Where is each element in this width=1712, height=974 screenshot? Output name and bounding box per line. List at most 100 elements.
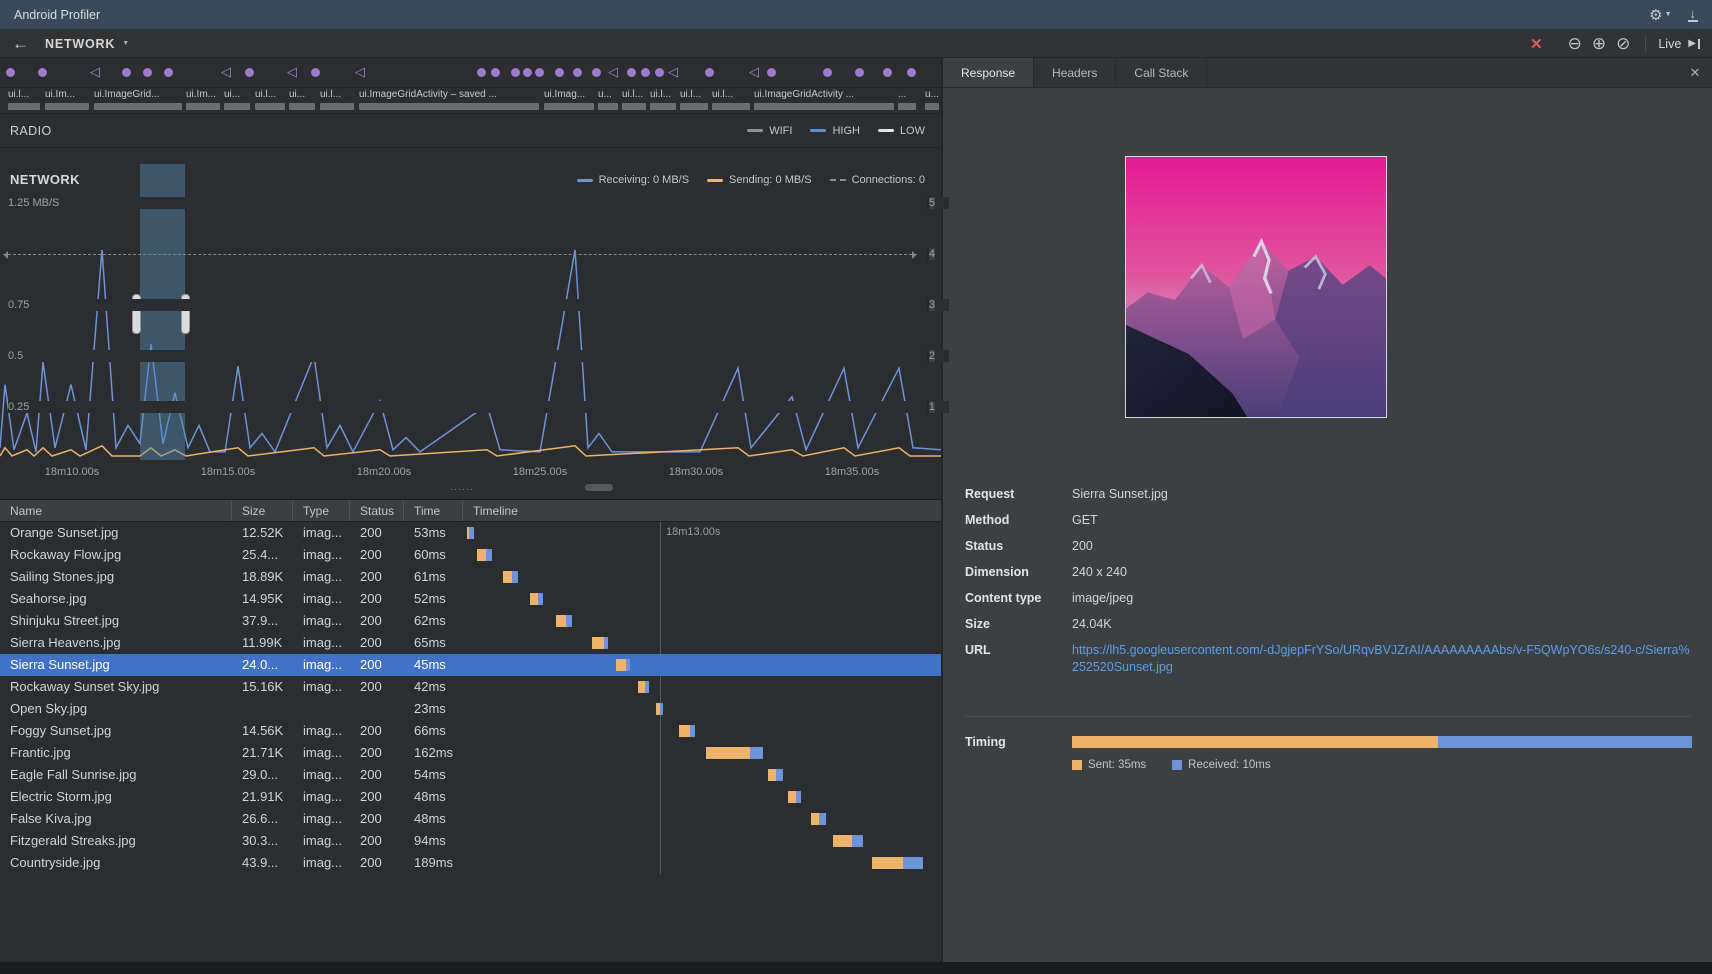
table-row[interactable]: Seahorse.jpg14.95Kimag...20052ms: [0, 588, 941, 610]
tab-response[interactable]: Response: [943, 58, 1034, 87]
download-button[interactable]: ↓: [1688, 8, 1699, 22]
zoom-reset-button[interactable]: ⊘: [1616, 35, 1630, 52]
close-inspector-button[interactable]: ✕: [1678, 58, 1712, 87]
activity-segment[interactable]: ui...: [224, 89, 250, 113]
activity-event-triangle-icon[interactable]: ◁: [90, 64, 100, 80]
event-dot[interactable]: [511, 68, 520, 77]
table-row[interactable]: Shinjuku Street.jpg37.9...imag...20062ms: [0, 610, 941, 632]
table-row[interactable]: Fitzgerald Streaks.jpg30.3...imag...2009…: [0, 830, 941, 852]
event-dot[interactable]: [164, 68, 173, 77]
event-dot[interactable]: [823, 68, 832, 77]
column-header-time[interactable]: Time: [404, 500, 463, 521]
pane-splitter[interactable]: ······: [0, 482, 941, 500]
activity-segment[interactable]: ui.Imag...: [544, 89, 594, 113]
table-row[interactable]: Eagle Fall Sunrise.jpg29.0...imag...2005…: [0, 764, 941, 786]
tab-call-stack[interactable]: Call Stack: [1116, 58, 1207, 87]
table-row[interactable]: Countryside.jpg43.9...imag...200189ms: [0, 852, 941, 874]
event-markers-row[interactable]: ◁ ◁ ◁ ◁ ◁ ◁ ◁: [0, 58, 941, 88]
activity-segment[interactable]: ui.l...: [650, 89, 676, 113]
end-session-button[interactable]: ✕: [1530, 35, 1543, 53]
horizontal-scrollbar[interactable]: [585, 484, 613, 491]
activity-event-triangle-icon[interactable]: ◁: [355, 64, 365, 80]
event-dot[interactable]: [705, 68, 714, 77]
event-dot[interactable]: [523, 68, 532, 77]
activity-segment[interactable]: ui.ImageGrid...: [94, 89, 182, 113]
activity-segment[interactable]: ui.l...: [712, 89, 750, 113]
event-dot[interactable]: [477, 68, 486, 77]
settings-button[interactable]: ⚙ ▼: [1649, 6, 1671, 24]
activity-segment[interactable]: ui.l...: [680, 89, 708, 113]
activity-segment[interactable]: ui.l...: [255, 89, 285, 113]
event-dot[interactable]: [592, 68, 601, 77]
legend-item-high: HIGH: [810, 125, 860, 137]
activity-label: ui.Im...: [186, 89, 220, 101]
network-chart[interactable]: NETWORK Receiving: 0 MB/S Sending: 0 MB/…: [0, 148, 941, 462]
column-header-status[interactable]: Status: [350, 500, 404, 521]
table-row[interactable]: Rockaway Sunset Sky.jpg15.16Kimag...2004…: [0, 676, 941, 698]
sent-swatch-icon: [1072, 760, 1082, 770]
detail-value-url-link[interactable]: https://lh5.googleusercontent.com/-dJgje…: [1072, 642, 1692, 676]
column-header-timeline[interactable]: Timeline: [463, 500, 941, 521]
zoom-in-button[interactable]: ⊕: [1592, 35, 1606, 52]
event-dot[interactable]: [122, 68, 131, 77]
event-dot[interactable]: [641, 68, 650, 77]
tab-headers[interactable]: Headers: [1034, 58, 1116, 87]
table-row[interactable]: False Kiva.jpg26.6...imag...20048ms: [0, 808, 941, 830]
activity-segment[interactable]: u...: [925, 89, 939, 113]
event-dot[interactable]: [311, 68, 320, 77]
cell-status: 200: [350, 852, 404, 874]
event-dot[interactable]: [38, 68, 47, 77]
received-bar: [604, 637, 608, 649]
back-button[interactable]: ←: [12, 35, 29, 52]
activity-segment[interactable]: ...: [898, 89, 916, 113]
table-row[interactable]: Electric Storm.jpg21.91Kimag...20048ms: [0, 786, 941, 808]
table-row[interactable]: Orange Sunset.jpg12.52Kimag...20053ms: [0, 522, 941, 544]
activity-event-triangle-icon[interactable]: ◁: [221, 64, 231, 80]
activity-segment[interactable]: ui.l...: [320, 89, 354, 113]
bottom-scrollbar-track[interactable]: [0, 962, 1712, 974]
event-dot[interactable]: [555, 68, 564, 77]
event-dot[interactable]: [767, 68, 776, 77]
activity-event-triangle-icon[interactable]: ◁: [608, 64, 618, 80]
activity-event-triangle-icon[interactable]: ◁: [668, 64, 678, 80]
zoom-out-button[interactable]: ⊖: [1568, 35, 1582, 52]
activity-event-triangle-icon[interactable]: ◁: [749, 64, 759, 80]
activity-segment[interactable]: ui.l...: [622, 89, 646, 113]
column-header-name[interactable]: Name: [0, 500, 232, 521]
splitter-grip-icon[interactable]: ······: [450, 484, 474, 494]
table-row[interactable]: Sierra Sunset.jpg24.0...imag...20045ms: [0, 654, 941, 676]
live-button[interactable]: Live ▶: [1658, 37, 1700, 51]
activity-segment[interactable]: u...: [598, 89, 618, 113]
table-row[interactable]: Rockaway Flow.jpg25.4...imag...20060ms: [0, 544, 941, 566]
event-dot[interactable]: [907, 68, 916, 77]
timeline-bar: [530, 593, 543, 605]
activity-label: ui.Im...: [45, 89, 89, 101]
event-dot[interactable]: [883, 68, 892, 77]
event-dot[interactable]: [491, 68, 500, 77]
inspector-tabs: Response Headers Call Stack ✕: [943, 58, 1712, 88]
activity-segment[interactable]: ui...: [289, 89, 315, 113]
event-dot[interactable]: [535, 68, 544, 77]
table-row[interactable]: Foggy Sunset.jpg14.56Kimag...20066ms: [0, 720, 941, 742]
event-dot[interactable]: [6, 68, 15, 77]
event-dot[interactable]: [143, 68, 152, 77]
event-dot[interactable]: [855, 68, 864, 77]
activity-segment[interactable]: ui.l...: [8, 89, 40, 113]
activity-segment[interactable]: ui.ImageGridActivity ...: [754, 89, 894, 113]
table-row[interactable]: Frantic.jpg21.71Kimag...200162ms: [0, 742, 941, 764]
activity-event-triangle-icon[interactable]: ◁: [287, 64, 297, 80]
event-dot[interactable]: [627, 68, 636, 77]
event-dot[interactable]: [655, 68, 664, 77]
column-header-type[interactable]: Type: [293, 500, 350, 521]
activity-segment[interactable]: ui.ImageGridActivity – saved ...: [359, 89, 539, 113]
event-dot[interactable]: [573, 68, 582, 77]
event-dot[interactable]: [245, 68, 254, 77]
table-row[interactable]: Sailing Stones.jpg18.89Kimag...20061ms: [0, 566, 941, 588]
activity-segment[interactable]: ui.Im...: [45, 89, 89, 113]
column-header-size[interactable]: Size: [232, 500, 293, 521]
table-row[interactable]: Open Sky.jpg23ms: [0, 698, 941, 720]
activity-row[interactable]: ui.l... ui.Im... ui.ImageGrid... ui.Im... ui…: [0, 88, 941, 114]
profiler-type-dropdown[interactable]: NETWORK ▼: [45, 37, 130, 51]
table-row[interactable]: Sierra Heavens.jpg11.99Kimag...20065ms: [0, 632, 941, 654]
activity-segment[interactable]: ui.Im...: [186, 89, 220, 113]
